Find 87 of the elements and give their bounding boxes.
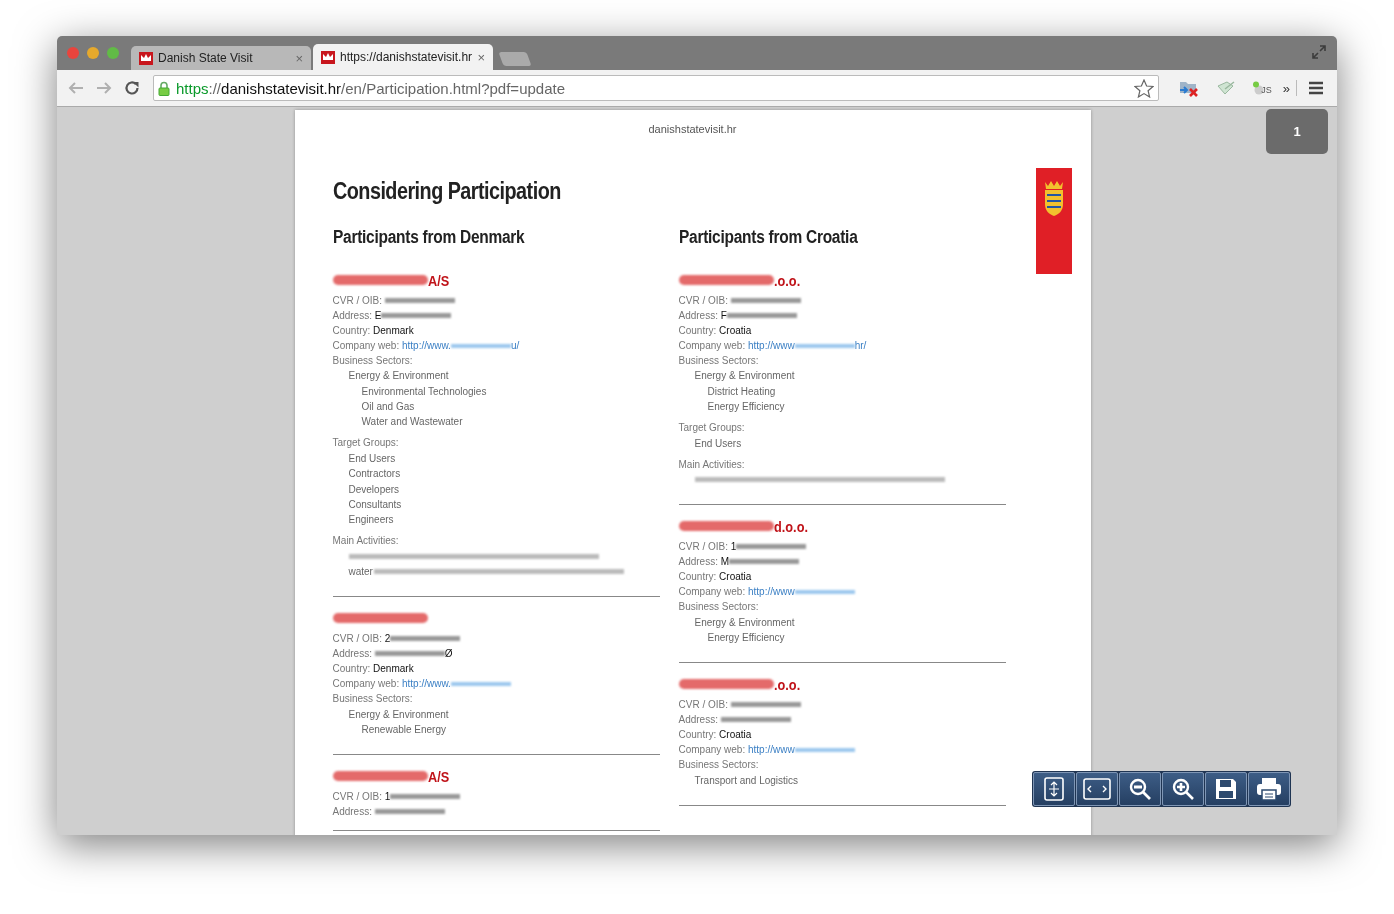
zoom-in-button[interactable]: [1162, 772, 1204, 806]
field-row: Company web: http://www.: [332, 676, 511, 692]
list-item: End Users: [694, 437, 742, 449]
field-row-text: Company web: http://www. u/: [332, 339, 520, 353]
list-item: Contractors: [348, 468, 401, 480]
field-row-text: Country: Denmark: [332, 324, 414, 338]
crown-icon: [139, 51, 153, 65]
zoom-out-button[interactable]: [1119, 772, 1161, 806]
field-row: CVR / OIB: 1: [678, 539, 807, 555]
save-icon: [1214, 777, 1238, 801]
list-item: water: [348, 566, 373, 577]
address-bar[interactable]: https://danishstatevisit.hr/en/Participation.html?pdf=update: [153, 75, 1160, 101]
zoom-in-icon: [1171, 777, 1195, 801]
field-row-text: Country: Denmark: [332, 662, 414, 677]
field-row: Company web: http://www: [678, 742, 855, 758]
crown-icon: [321, 50, 335, 64]
list-item: District Heating: [707, 385, 776, 397]
list-item: Oil and Gas: [361, 401, 415, 413]
list-item: Engineers: [348, 514, 394, 526]
tab-title: Danish State Visit: [158, 51, 254, 65]
section-label: Target Groups:: [678, 421, 746, 436]
field-row: Address: E: [332, 308, 452, 323]
list-item: Transport and Logistics: [694, 774, 799, 786]
fit-page-icon: [1043, 776, 1065, 802]
field-row: Address: M: [678, 554, 800, 570]
section-label: Business Sectors:: [332, 354, 414, 368]
print-icon: [1256, 777, 1282, 801]
column-heading: Participants from Denmark: [332, 227, 526, 248]
url-text: https://danishstatevisit.hr/en/Participation.html?pdf=update: [176, 79, 566, 97]
field-row: Address:: [678, 712, 791, 728]
field-row: CVR / OIB: 2: [332, 631, 461, 647]
company-name: .o.o.: [773, 675, 800, 693]
section-label: Business Sectors:: [678, 354, 760, 368]
page-title: Considering Participation: [332, 178, 561, 205]
list-item: Environmental Technologies: [361, 385, 487, 397]
list-item: Energy & Environment: [694, 616, 795, 628]
js-extension-button[interactable]: JS: [1252, 81, 1272, 95]
fit-width-icon: [1082, 777, 1112, 801]
field-row: CVR / OIB:: [678, 293, 801, 308]
field-row: CVR / OIB:: [678, 697, 801, 713]
zoom-out-icon: [1128, 777, 1152, 801]
list-item: Consultants: [348, 498, 402, 510]
field-row: CVR / OIB:: [332, 293, 455, 308]
list-item: Energy & Environment: [348, 708, 449, 720]
field-row: Address:: [332, 804, 445, 820]
field-row: CVR / OIB: 1: [332, 789, 461, 805]
section-label: Main Activities:: [678, 457, 746, 472]
list-item: Energy & Environment: [694, 370, 795, 382]
field-row: Company web: http://www: [678, 584, 855, 600]
page-header: danishstatevisit.hr: [647, 123, 738, 135]
list-item: Energy Efficiency: [707, 401, 785, 413]
field-row: Address: F: [678, 308, 797, 323]
section-label: Target Groups:: [332, 436, 400, 451]
field-row-text: Country: Croatia: [678, 728, 752, 743]
field-row-text: Country: Croatia: [678, 570, 752, 585]
list-item: Developers: [348, 483, 400, 495]
column-heading: Participants from Croatia: [678, 227, 859, 248]
reload-icon[interactable]: [123, 79, 141, 97]
field-row-text: Address: Ø: [332, 647, 453, 662]
tab-title: https://danishstatevisit.hr: [340, 50, 473, 64]
extensions-overflow-button[interactable]: »: [1282, 80, 1290, 96]
tab-close-button[interactable]: ×: [477, 49, 485, 65]
page-number-badge: 1: [1266, 109, 1328, 154]
fit-width-button[interactable]: [1076, 772, 1118, 806]
browser-tab[interactable]: Danish State Visit ×: [131, 46, 311, 70]
section-label: Business Sectors:: [678, 600, 760, 615]
menu-icon[interactable]: [1308, 81, 1324, 95]
section-label: Business Sectors:: [332, 692, 414, 707]
fullscreen-icon[interactable]: [1311, 44, 1327, 60]
company-name: A/S: [427, 271, 449, 289]
list-item: Water and Wastewater: [361, 416, 463, 428]
fit-page-button[interactable]: [1033, 772, 1075, 806]
section-label: Main Activities:: [332, 534, 400, 549]
print-button[interactable]: [1248, 772, 1290, 806]
company-name: A/S: [427, 767, 449, 785]
list-item: Energy & Environment: [348, 370, 449, 382]
star-icon[interactable]: [1134, 78, 1155, 98]
company-name: d.o.o.: [773, 517, 808, 535]
field-row-text: Country: Croatia: [678, 324, 752, 338]
list-item: End Users: [348, 452, 396, 464]
section-label: Business Sectors:: [678, 758, 760, 773]
list-item: Energy Efficiency: [707, 632, 785, 644]
save-button[interactable]: [1205, 772, 1247, 806]
list-item: Renewable Energy: [361, 723, 446, 735]
browser-tab[interactable]: https://danishstatevisit.hr ×: [313, 44, 493, 70]
field-row-text: Company web: http://www hr/: [678, 339, 867, 353]
company-name: .o.o.: [773, 271, 800, 289]
